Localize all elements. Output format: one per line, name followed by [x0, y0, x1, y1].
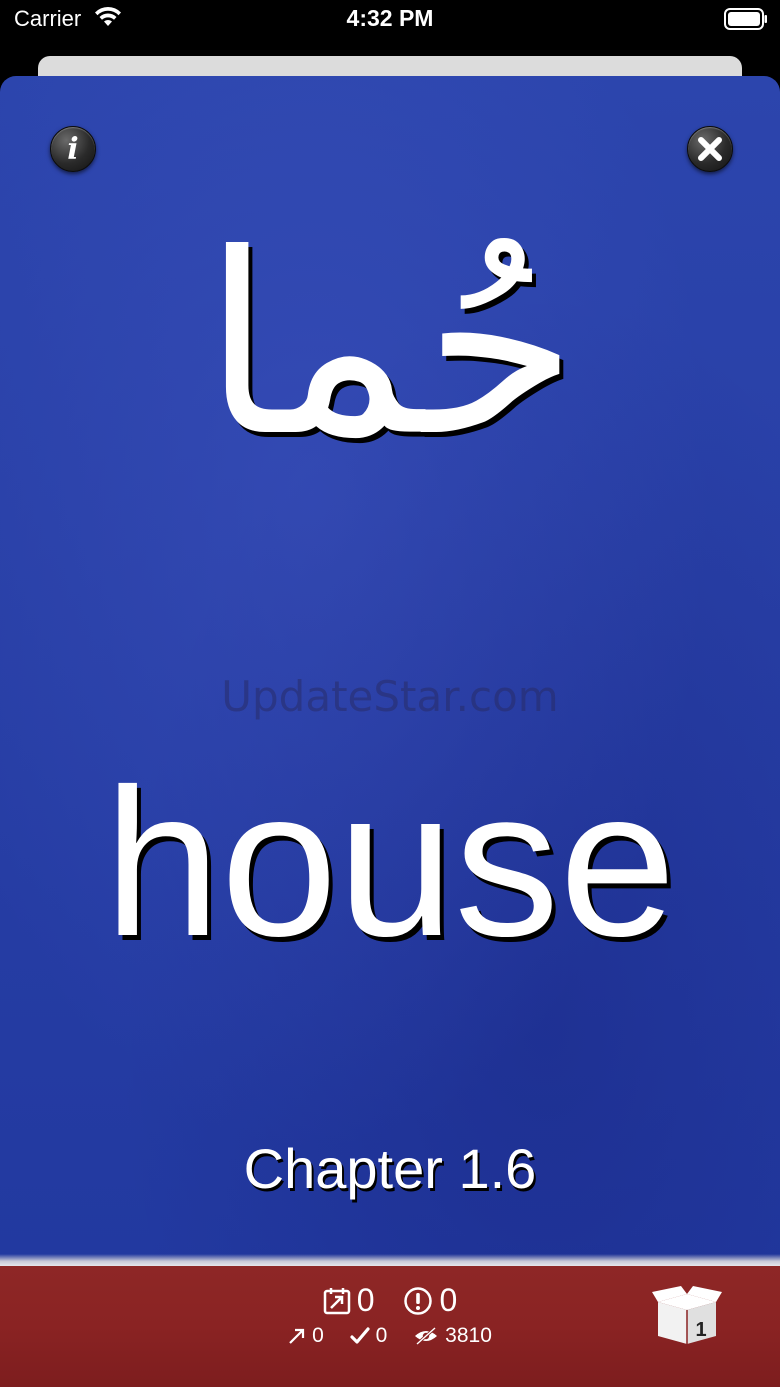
chapter-label: Chapter 1.6 — [243, 1137, 537, 1200]
stat-due: 0 — [323, 1282, 375, 1319]
close-button[interactable] — [687, 126, 733, 172]
stat-seen-value: 3810 — [445, 1324, 492, 1348]
stats-bar: 0 0 0 0 3810 1 — [0, 1266, 780, 1387]
battery-icon — [724, 8, 767, 30]
checkmark-icon — [350, 1327, 370, 1345]
watermark: UpdateStar.com — [221, 672, 559, 721]
box-icon[interactable]: 1 — [652, 1286, 722, 1346]
box-number: 1 — [695, 1319, 706, 1341]
status-time: 4:32 PM — [346, 5, 434, 31]
exclamation-circle-icon — [404, 1286, 433, 1315]
stat-problem: 0 — [403, 1282, 457, 1319]
calendar-arrow-icon — [323, 1287, 350, 1314]
stat-correct-value: 0 — [375, 1324, 388, 1348]
info-icon: i — [67, 132, 78, 167]
card-edge — [0, 1254, 780, 1266]
info-button[interactable]: i — [50, 126, 96, 172]
arrow-up-right-icon — [289, 1329, 305, 1345]
stat-learned-value: 0 — [312, 1324, 324, 1348]
svg-text:i: i — [67, 132, 78, 167]
stat-due-value: 0 — [356, 1282, 375, 1319]
stat-correct: 0 — [350, 1324, 388, 1348]
stat-learned: 0 — [288, 1324, 324, 1348]
arabic-word: حُما — [202, 200, 578, 491]
screen: Carrier 4:32 PM i حُما UpdateStar.com ho… — [0, 0, 780, 1387]
stat-seen: 3810 — [413, 1324, 492, 1348]
english-word: house — [103, 745, 677, 980]
stat-problem-value: 0 — [439, 1282, 458, 1319]
flashcard[interactable]: i حُما UpdateStar.com house Chapter 1.6 — [0, 76, 780, 1266]
eye-slash-icon — [415, 1327, 438, 1346]
close-icon — [698, 137, 722, 161]
status-bar: Carrier 4:32 PM — [0, 0, 780, 40]
